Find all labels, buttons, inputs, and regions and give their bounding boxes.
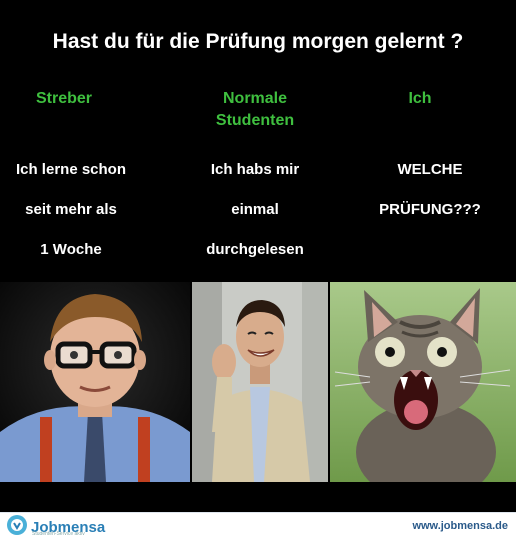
heading-streber: Streber	[35, 90, 93, 107]
jobmensa-tagline: Studenten-Service aktiv	[32, 531, 85, 537]
studenten-line-2: einmal	[231, 201, 279, 218]
streber-line-2: seit mehr als	[25, 201, 117, 218]
heading-line-2: Studenten	[215, 112, 295, 129]
studenten-line-1: Ich habs mir	[210, 161, 300, 178]
footer-bar: Jobmensa Studenten-Service aktiv www.job…	[0, 512, 516, 541]
ich-line-1: WELCHE	[397, 161, 463, 178]
heading-ich: Ich	[408, 90, 432, 107]
nerd-photo	[0, 282, 190, 482]
meme-title: Hast du für die Prüfung morgen gelernt ?	[52, 30, 464, 53]
ich-text: WELCHE PRÜFUNG???	[355, 150, 505, 230]
student-photo	[192, 282, 328, 482]
streber-line-1: Ich lerne schon	[15, 161, 127, 178]
meme-panel: Hast du für die Prüfung morgen gelernt ?…	[0, 0, 516, 512]
studenten-line-3: durchgelesen	[206, 241, 304, 258]
ich-line-2: PRÜFUNG???	[379, 201, 481, 218]
jobmensa-logo-icon	[6, 514, 28, 541]
heading-line-1: Normale	[222, 90, 288, 107]
studenten-text: Ich habs mir einmal durchgelesen	[180, 150, 330, 270]
streber-line-3: 1 Woche	[40, 241, 102, 258]
screaming-cat-photo	[330, 282, 516, 482]
website-link[interactable]: www.jobmensa.de	[412, 520, 508, 532]
heading-normale-studenten: Normale Studenten	[180, 88, 330, 132]
streber-text: Ich lerne schon seit mehr als 1 Woche	[0, 150, 142, 270]
